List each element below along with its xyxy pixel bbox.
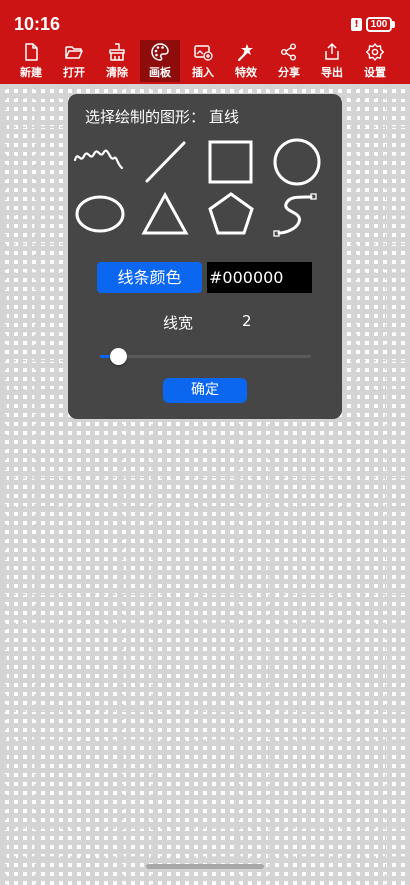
folder-open-icon [65, 46, 83, 59]
status-time: 10:16 [14, 14, 61, 34]
app-bar: 10:16 ! 100 新建 打开 清除 画板 插入 特效 分享 导出 设置 [0, 0, 410, 84]
line-width-label: 线宽 [163, 314, 194, 332]
confirm-button[interactable]: 确定 [163, 378, 247, 403]
palette-icon [151, 43, 169, 61]
export-icon [325, 43, 339, 60]
shape-pentagon-button[interactable] [203, 190, 259, 240]
toolbar-settings-button[interactable]: 设置 [355, 40, 395, 82]
shape-freehand-button[interactable] [70, 138, 126, 188]
shape-rectangle-button[interactable] [203, 138, 259, 188]
toolbar-new-button[interactable]: 新建 [11, 40, 51, 82]
slider-thumb[interactable] [110, 348, 127, 365]
toolbar-effects-button[interactable]: 特效 [226, 40, 266, 82]
insert-image-icon [194, 45, 213, 61]
triangle-icon [141, 191, 189, 235]
shape-circle-button[interactable] [269, 138, 325, 188]
shape-line-button[interactable] [137, 138, 193, 188]
battery-icon: 100 [366, 17, 392, 32]
rectangle-icon [208, 140, 253, 184]
dialog-title-prefix: 选择绘制的图形： [85, 108, 206, 126]
line-color-button[interactable]: 线条颜色 [97, 262, 202, 293]
toolbar-clear-label: 清除 [106, 66, 128, 79]
gear-icon [366, 43, 384, 61]
circle-icon [273, 138, 321, 186]
toolbar-new-label: 新建 [20, 66, 42, 79]
toolbar-open-label: 打开 [63, 66, 85, 79]
line-icon [145, 141, 186, 183]
selected-shape-label: 直线 [209, 108, 240, 126]
ellipse-icon [75, 195, 125, 233]
toolbar-settings-label: 设置 [364, 66, 386, 79]
toolbar-open-button[interactable]: 打开 [54, 40, 94, 82]
clear-brush-icon [109, 43, 125, 61]
status-bar: 10:16 ! 100 [0, 0, 410, 38]
toolbar-effects-label: 特效 [235, 66, 257, 79]
line-width-value: 2 [242, 312, 252, 330]
share-icon [281, 43, 296, 61]
shape-ellipse-button[interactable] [70, 190, 126, 240]
toolbar-palette-label: 画板 [149, 66, 171, 79]
toolbar-share-button[interactable]: 分享 [269, 40, 309, 82]
toolbar-export-label: 导出 [321, 66, 343, 79]
toolbar-share-label: 分享 [278, 66, 300, 79]
toolbar-insert-button[interactable]: 插入 [183, 40, 223, 82]
toolbar: 新建 打开 清除 画板 插入 特效 分享 导出 设置 [0, 38, 410, 84]
shape-bezier-button[interactable] [269, 190, 325, 240]
shape-picker-dialog: 选择绘制的图形： 直线 线条颜色 #000000 线宽 2 确定 [68, 94, 342, 419]
toolbar-insert-label: 插入 [192, 66, 214, 79]
shape-triangle-button[interactable] [137, 190, 193, 240]
toolbar-clear-button[interactable]: 清除 [97, 40, 137, 82]
bezier-curve-icon [273, 193, 317, 237]
battery-tip [392, 21, 395, 28]
pentagon-icon [208, 192, 254, 235]
magic-wand-icon [237, 44, 253, 62]
dialog-title: 选择绘制的图形： 直线 [85, 106, 239, 127]
toolbar-export-button[interactable]: 导出 [312, 40, 352, 82]
new-file-icon [25, 43, 38, 61]
toolbar-palette-button[interactable]: 画板 [140, 40, 180, 82]
home-indicator [146, 864, 264, 869]
line-color-value[interactable]: #000000 [207, 262, 312, 293]
battery-alert-icon: ! [351, 18, 362, 31]
line-width-slider[interactable] [100, 348, 311, 365]
freehand-icon [73, 149, 124, 170]
